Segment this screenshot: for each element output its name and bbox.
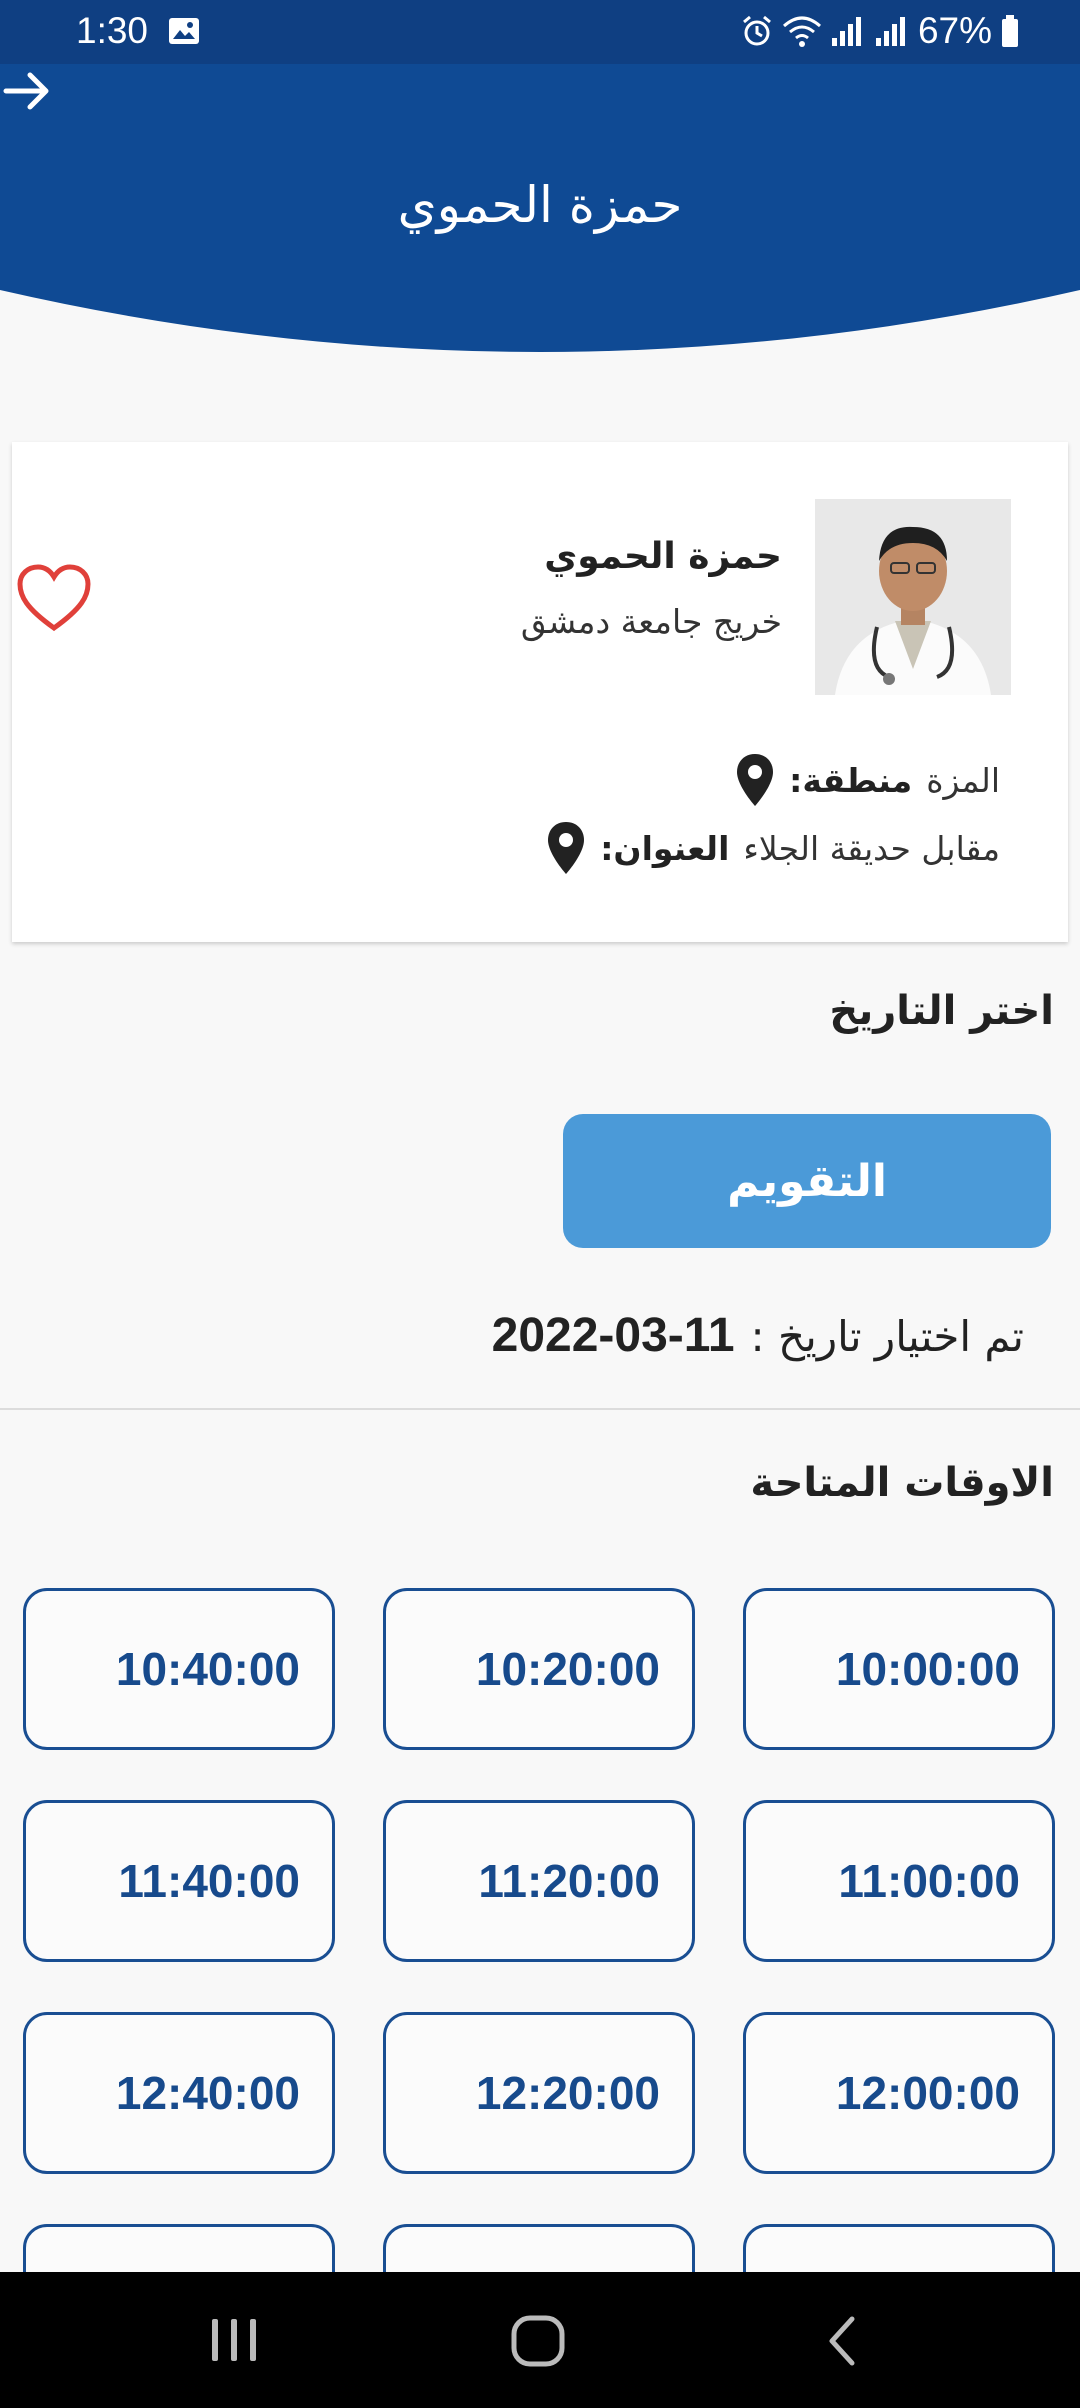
region-row: منطقة: المزة	[735, 750, 1000, 810]
divider	[0, 1408, 1080, 1410]
doctor-name: حمزة الحموي	[544, 536, 782, 577]
signal-icon	[875, 17, 905, 46]
status-bar: 1:30 67%	[0, 0, 1080, 64]
time-slot[interactable]: 10:00:00	[743, 1588, 1055, 1750]
region-label: منطقة:	[789, 760, 913, 800]
alarm-icon	[742, 15, 771, 46]
page-title: حمزة الحموي	[397, 176, 683, 234]
doctor-subtitle: خريج جامعة دمشق	[520, 602, 782, 641]
selected-date-value: 2022-03-11	[491, 1309, 735, 1362]
favorite-heart-icon[interactable]	[16, 564, 92, 634]
time-slot[interactable]: 11:20:00	[383, 1800, 695, 1962]
address-value: مقابل حديقة الجلاء	[743, 828, 1000, 868]
doctor-card: حمزة الحموي خريج جامعة دمشق منطقة: المزة…	[12, 442, 1068, 942]
calendar-button[interactable]: التقويم	[563, 1114, 1051, 1248]
signal-icon	[831, 17, 861, 46]
recents-icon[interactable]	[208, 2315, 260, 2365]
location-pin-icon	[737, 754, 774, 806]
back-arrow-icon[interactable]	[0, 64, 54, 118]
time-slot[interactable]: 12:00:00	[743, 2012, 1055, 2174]
address-row: العنوان: مقابل حديقة الجلاء	[546, 818, 1000, 878]
region-value: المزة	[926, 760, 1000, 800]
time-slot[interactable]: 12:20:00	[383, 2012, 695, 2174]
time-slot[interactable]: 10:40:00	[23, 1588, 335, 1750]
wifi-icon	[782, 16, 821, 47]
status-time: 1:30	[76, 10, 149, 51]
time-slot[interactable]: 11:40:00	[23, 1800, 335, 1962]
battery-icon	[1002, 15, 1018, 47]
choose-date-title: اختر التاريخ	[829, 988, 1054, 1034]
gallery-icon	[169, 18, 199, 44]
selected-date-label: تم اختيار تاريخ :	[750, 1312, 1024, 1361]
time-slot[interactable]: 11:00:00	[743, 1800, 1055, 1962]
home-icon[interactable]	[510, 2314, 566, 2368]
time-slot[interactable]: 12:40:00	[23, 2012, 335, 2174]
time-slot[interactable]: 10:20:00	[383, 1588, 695, 1750]
nav-back-icon[interactable]	[822, 2314, 862, 2368]
address-label: العنوان:	[600, 828, 730, 868]
battery-percent: 67%	[917, 10, 992, 51]
location-pin-icon	[548, 822, 585, 874]
app-header: حمزة الحموي	[0, 64, 1080, 364]
doctor-photo	[815, 499, 1011, 695]
selected-date: تم اختيار تاريخ : 2022-03-11	[492, 1308, 1024, 1363]
available-times-title: الاوقات المتاحة	[750, 1460, 1054, 1506]
system-nav-bar	[0, 2272, 1080, 2408]
status-icons: 67%	[740, 10, 1020, 52]
